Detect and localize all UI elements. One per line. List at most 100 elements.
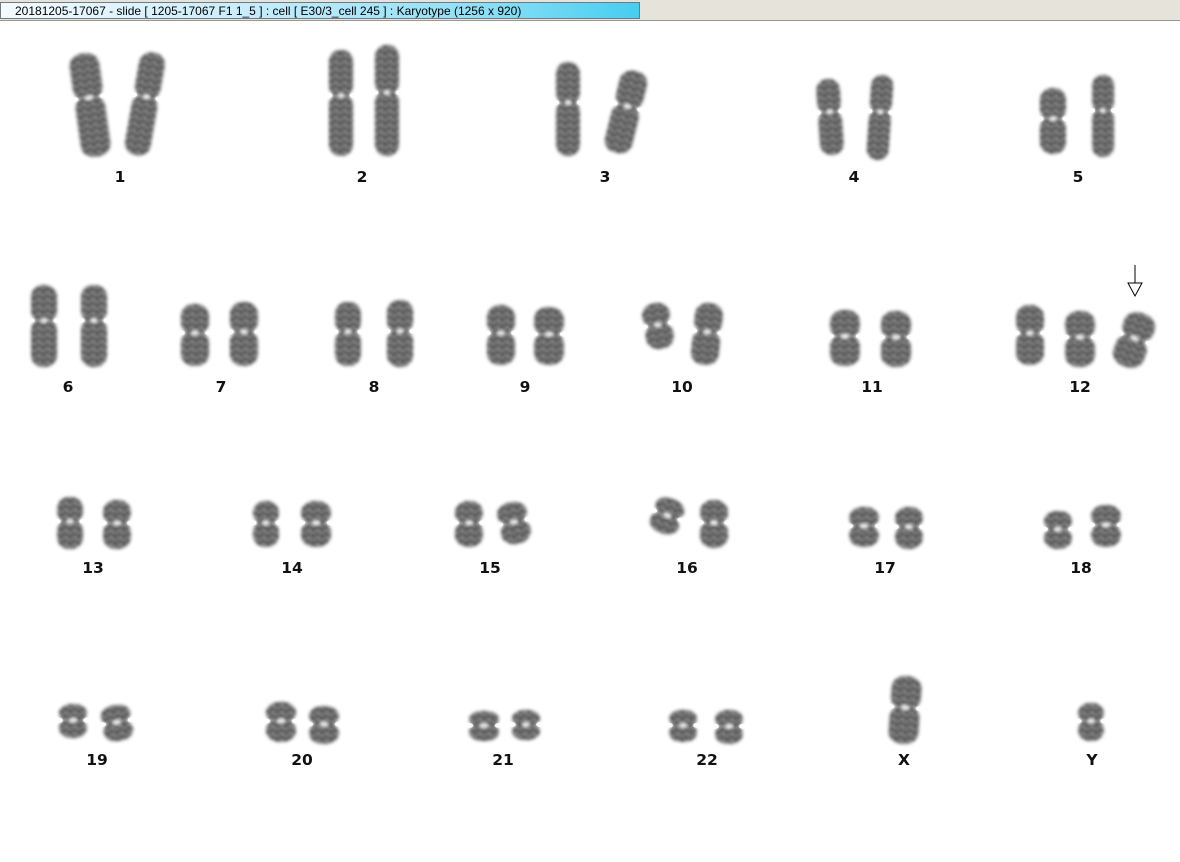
chromosome-label-4: 4 xyxy=(849,168,860,186)
chromosome-pair-x[interactable] xyxy=(883,675,926,746)
chromosome-16-2[interactable] xyxy=(696,500,732,548)
chromosome-18-2[interactable] xyxy=(1086,505,1126,547)
chromosome-7-2[interactable] xyxy=(226,302,262,366)
chromosome-10-2[interactable] xyxy=(686,301,728,366)
chromosome-pair-15[interactable] xyxy=(451,498,537,547)
chromosome-pair-8[interactable] xyxy=(331,300,417,367)
chromosome-label-17: 17 xyxy=(874,559,896,577)
chromosome-label-11: 11 xyxy=(861,378,883,396)
chromosome-pair-1[interactable] xyxy=(64,50,171,159)
chromosome-label-12: 12 xyxy=(1069,378,1091,396)
chromosome-20-1[interactable] xyxy=(261,702,301,742)
chromosome-pair-12[interactable] xyxy=(1012,305,1163,373)
chromosome-pair-17[interactable] xyxy=(844,507,927,549)
chromosome-6-1[interactable] xyxy=(27,285,61,367)
chromosome-15-1[interactable] xyxy=(451,501,487,547)
chromosome-13-2[interactable] xyxy=(99,500,135,549)
chromosome-11-1[interactable] xyxy=(825,310,865,366)
chromosome-5-2[interactable] xyxy=(1088,75,1118,157)
chromosome-label-5: 5 xyxy=(1073,168,1084,186)
window-title: 20181205-17067 - slide [ 1205-17067 F1 1… xyxy=(15,4,522,18)
chromosome-1-2[interactable] xyxy=(120,50,171,158)
chromosome-y-1[interactable] xyxy=(1074,703,1108,741)
chromosome-12-3[interactable] xyxy=(1105,307,1163,374)
chromosome-8-2[interactable] xyxy=(383,300,417,367)
chromosome-12-2[interactable] xyxy=(1060,311,1100,367)
chromosome-label-18: 18 xyxy=(1070,559,1092,577)
chromosome-15-2[interactable] xyxy=(491,498,537,547)
chromosome-9-1[interactable] xyxy=(483,305,519,365)
chromosome-label-6: 6 xyxy=(63,378,74,396)
chromosome-label-22: 22 xyxy=(696,751,718,769)
chromosome-22-2[interactable] xyxy=(711,710,747,744)
chromosome-8-1[interactable] xyxy=(331,302,365,366)
chromosome-14-2[interactable] xyxy=(296,501,336,547)
chromosome-pair-13[interactable] xyxy=(53,497,135,549)
chromosome-13-1[interactable] xyxy=(53,497,87,549)
chromosome-3-1[interactable] xyxy=(552,62,584,156)
marker-layer xyxy=(1127,265,1143,298)
chromosome-pair-14[interactable] xyxy=(249,501,336,547)
chromosome-9-2[interactable] xyxy=(529,307,569,365)
chromosome-4-1[interactable] xyxy=(812,78,848,156)
chromosome-21-1[interactable] xyxy=(464,711,504,741)
chromosome-5-1[interactable] xyxy=(1036,88,1070,154)
chromosome-label-10: 10 xyxy=(671,378,693,396)
chromosome-1-1[interactable] xyxy=(64,51,117,159)
chromosome-pair-4[interactable] xyxy=(812,74,897,161)
karyogram-canvas[interactable]: 1 2 3 4 56 7 8 9 10 11 1213 14 15 16 17 1819 20 21 22 X Y xyxy=(0,21,1180,862)
chromosome-4-2[interactable] xyxy=(863,74,897,161)
chromosome-label-21: 21 xyxy=(492,751,514,769)
chromosome-20-2[interactable] xyxy=(304,706,344,744)
title-tab[interactable]: 20181205-17067 - slide [ 1205-17067 F1 1… xyxy=(0,2,640,19)
chromosome-6-2[interactable] xyxy=(77,285,111,367)
chromosome-2-2[interactable] xyxy=(371,45,403,156)
chromosome-label-20: 20 xyxy=(291,751,313,769)
chromosome-pair-y[interactable] xyxy=(1074,703,1108,741)
chromosome-pair-16[interactable] xyxy=(643,493,732,548)
chromosome-label-8: 8 xyxy=(369,378,380,396)
chromosome-17-2[interactable] xyxy=(891,507,927,549)
chromosome-label-7: 7 xyxy=(216,378,227,396)
chromosome-7-1[interactable] xyxy=(177,304,213,366)
chromosome-label-13: 13 xyxy=(82,559,104,577)
chromosome-19-2[interactable] xyxy=(95,702,139,744)
chromosome-pair-2[interactable] xyxy=(325,45,403,156)
chromosome-22-1[interactable] xyxy=(665,710,701,742)
title-bar[interactable]: 20181205-17067 - slide [ 1205-17067 F1 1… xyxy=(0,0,1180,21)
chromosome-2-1[interactable] xyxy=(325,50,357,156)
chromosome-label-2: 2 xyxy=(357,168,368,186)
chromosome-pair-18[interactable] xyxy=(1040,505,1126,549)
chromosome-label-15: 15 xyxy=(479,559,501,577)
chromosome-pair-19[interactable] xyxy=(55,702,139,744)
chromosome-x-1[interactable] xyxy=(883,675,926,746)
chromosome-pair-21[interactable] xyxy=(464,710,544,741)
down-arrow-icon xyxy=(1127,265,1143,298)
chromosome-18-1[interactable] xyxy=(1040,511,1076,549)
chromosome-16-1[interactable] xyxy=(643,493,691,540)
chromosome-pair-10[interactable] xyxy=(636,300,728,366)
chromosome-19-1[interactable] xyxy=(55,704,91,738)
chromosome-label-19: 19 xyxy=(86,751,108,769)
chromosome-pair-6[interactable] xyxy=(27,285,111,367)
karyotype-window: 20181205-17067 - slide [ 1205-17067 F1 1… xyxy=(0,0,1180,862)
chromosome-21-2[interactable] xyxy=(508,710,544,740)
chromosome-pair-20[interactable] xyxy=(261,702,344,744)
chromosome-pair-11[interactable] xyxy=(825,310,916,367)
chromosome-label-16: 16 xyxy=(676,559,698,577)
chromosome-17-1[interactable] xyxy=(844,507,884,547)
chromosome-pair-22[interactable] xyxy=(665,710,747,744)
chromosome-label-1: 1 xyxy=(115,168,126,186)
chromosome-pair-3[interactable] xyxy=(552,62,654,157)
chromosome-pair-5[interactable] xyxy=(1036,75,1118,157)
chromosome-pair-9[interactable] xyxy=(483,305,569,365)
label-layer: 1 2 3 4 56 7 8 9 10 11 1213 14 15 16 17 1819 20 21 22 X Y xyxy=(63,168,1099,769)
chromosome-12-1[interactable] xyxy=(1012,305,1048,365)
chromosome-10-1[interactable] xyxy=(636,300,679,352)
chromosome-label-y: Y xyxy=(1085,751,1098,769)
chromosome-14-1[interactable] xyxy=(249,501,283,547)
chromosome-3-2[interactable] xyxy=(598,67,653,157)
chromosome-11-2[interactable] xyxy=(876,311,916,367)
chromosome-pair-7[interactable] xyxy=(177,302,262,366)
chromosome-label-14: 14 xyxy=(281,559,303,577)
